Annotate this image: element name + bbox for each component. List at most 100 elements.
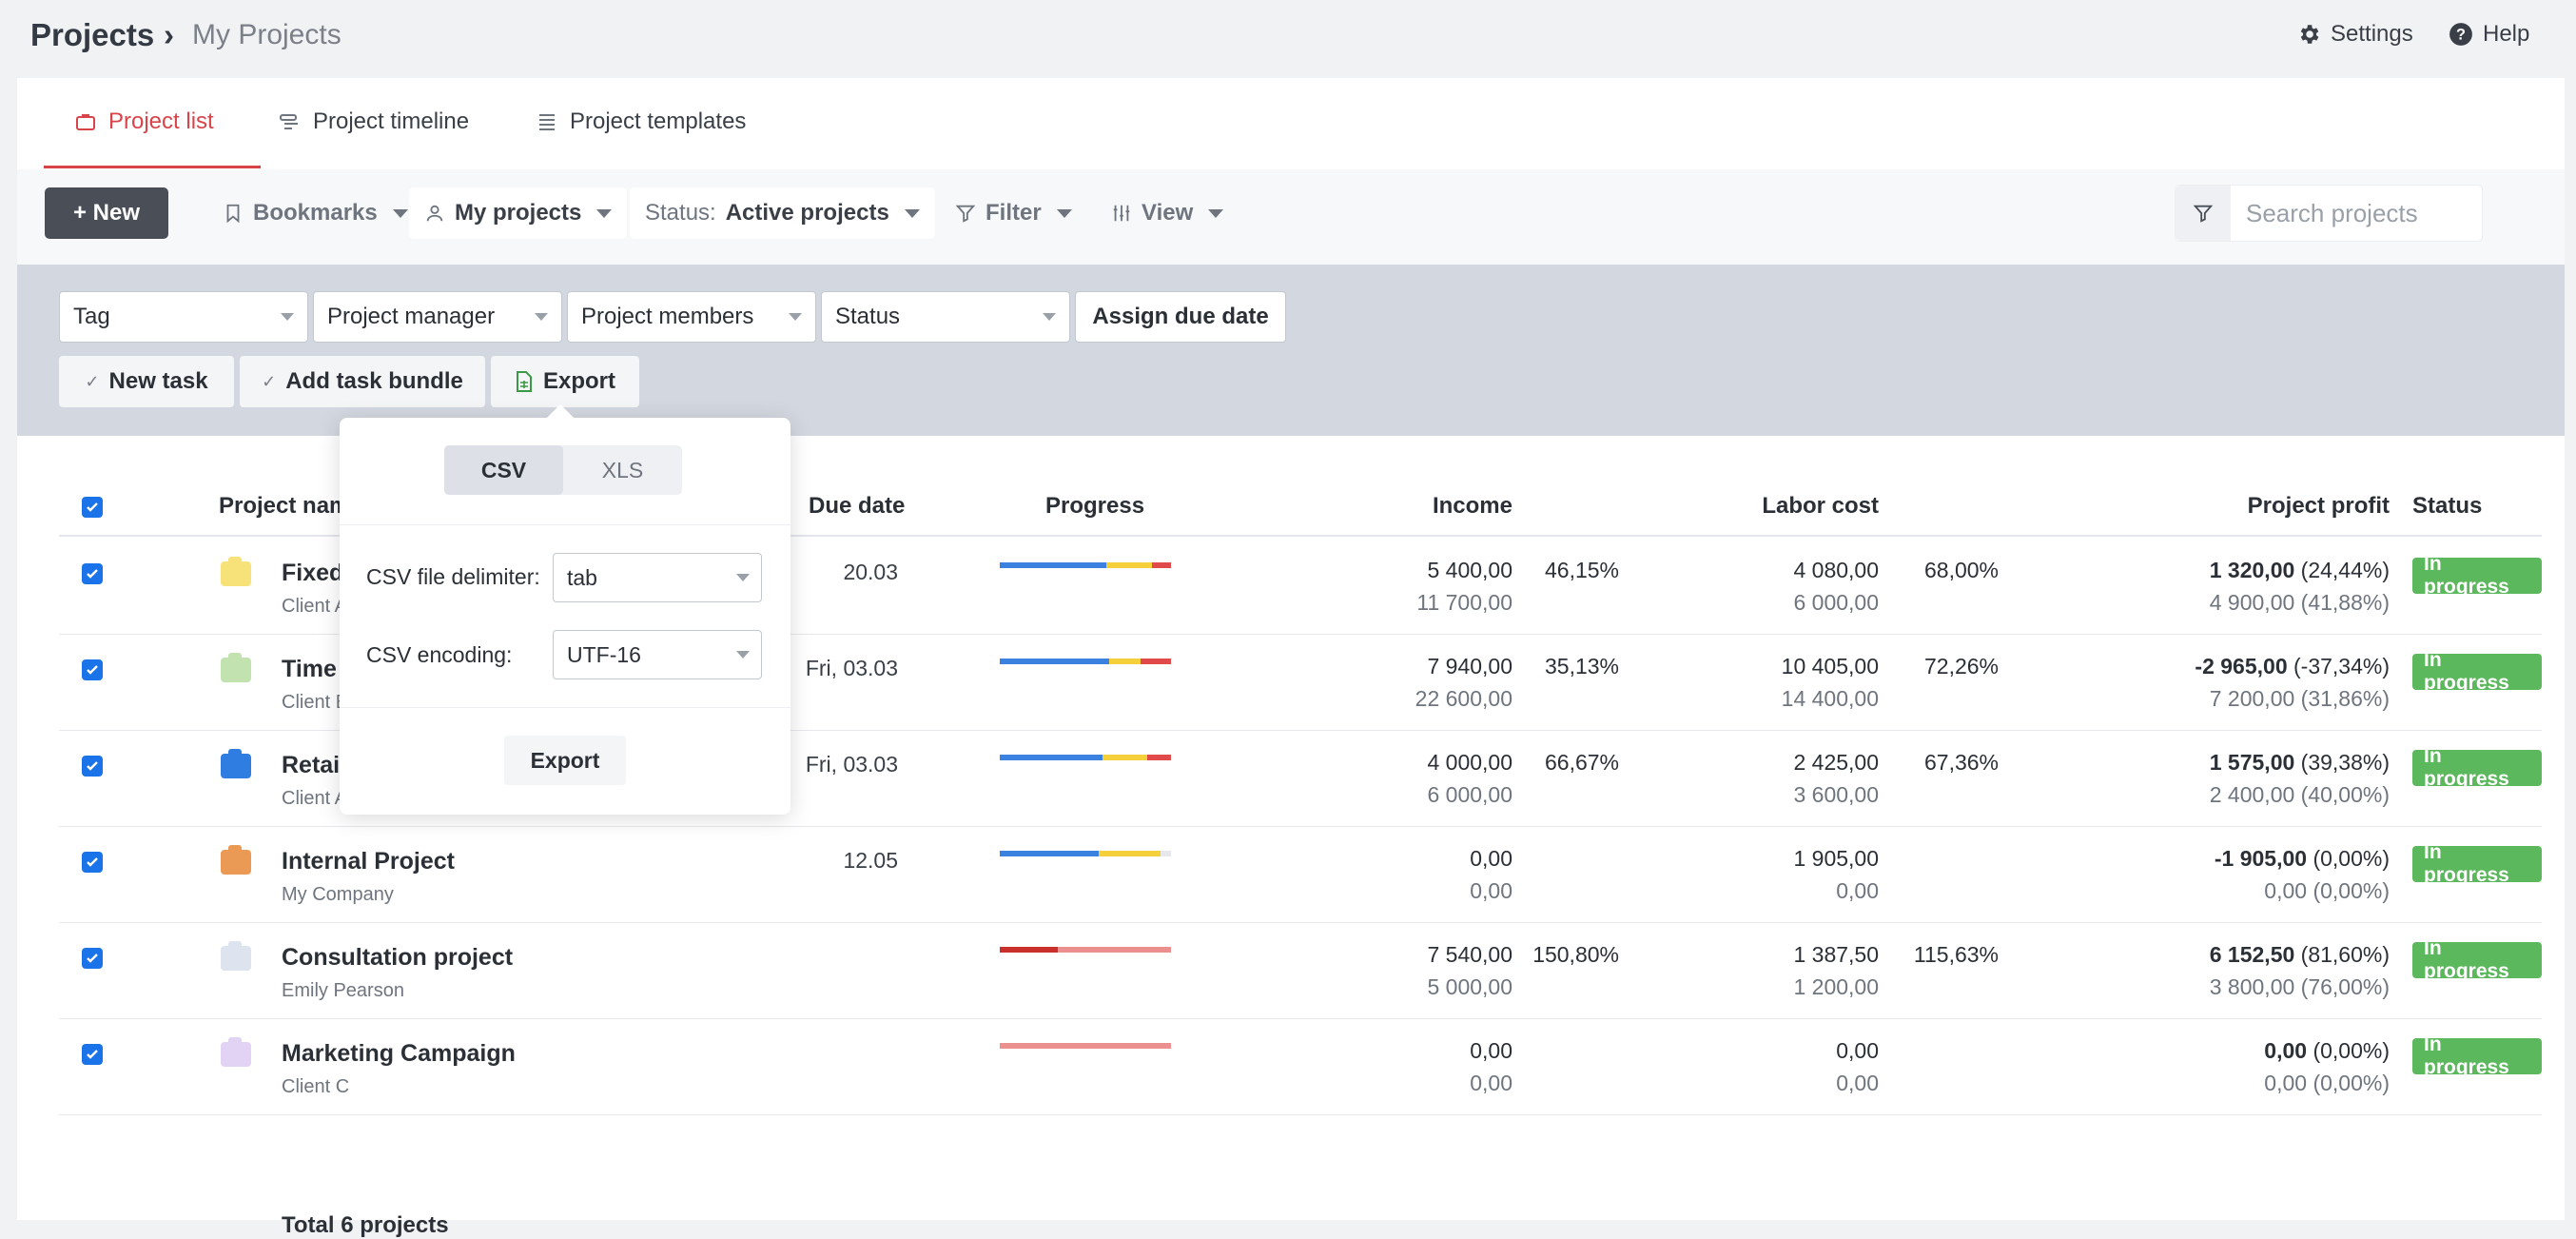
status-badge: In progress (2412, 745, 2542, 790)
client-name: Client B (282, 692, 349, 713)
new-task-button[interactable]: ✓ New task (59, 356, 234, 407)
income-percent: 66,67% (1544, 750, 1619, 775)
profit-budget: 3 800,00 (76,00%) (2209, 974, 2390, 999)
tab-label: Project list (108, 108, 214, 134)
header-income[interactable]: Income (1433, 493, 1512, 520)
profit-budget: 2 400,00 (40,00%) (2209, 782, 2390, 807)
row-checkbox[interactable] (82, 1044, 103, 1065)
row-checkbox[interactable] (82, 563, 103, 584)
help-link[interactable]: ? Help (2449, 21, 2529, 48)
breadcrumb-root[interactable]: Projects (30, 17, 154, 53)
folder-icon (221, 749, 251, 778)
my-projects-dropdown[interactable]: My projects (409, 187, 628, 239)
check-icon (87, 857, 98, 867)
profit-value: -2 965,00 (-37,34%) (2195, 654, 2390, 679)
income-budget: 6 000,00 (1427, 782, 1512, 807)
settings-link[interactable]: Settings (2296, 21, 2413, 48)
status-badge: In progress (2412, 553, 2542, 598)
assign-due-date-button[interactable]: Assign due date (1075, 291, 1286, 343)
project-name-link[interactable]: Internal Project (282, 848, 455, 875)
chevron-down-icon (789, 313, 802, 321)
settings-label: Settings (2331, 21, 2413, 47)
select-all-checkbox[interactable] (82, 497, 103, 518)
tab-bar: Project list Project timeline Project te… (17, 78, 2565, 169)
export-confirm-button[interactable]: Export (504, 736, 626, 785)
client-name: Client C (282, 1076, 350, 1097)
tag-select[interactable]: Tag (59, 291, 308, 343)
format-toggle: CSV XLS (444, 445, 682, 495)
profit-amount: 1 575,00 (2209, 750, 2295, 775)
briefcase-icon (76, 114, 95, 130)
view-dropdown[interactable]: View (1096, 187, 1239, 239)
labor-cost-budget: 14 400,00 (1781, 686, 1879, 711)
delimiter-select[interactable]: tab (553, 553, 762, 602)
row-checkbox[interactable] (82, 948, 103, 969)
header-project-profit[interactable]: Project profit (2248, 493, 2390, 520)
search-box (2175, 185, 2483, 242)
chevron-down-icon (596, 208, 613, 218)
header-labor-cost[interactable]: Labor cost (1762, 493, 1879, 520)
status-select-label: Status (835, 304, 901, 329)
bookmarks-dropdown[interactable]: Bookmarks (207, 187, 423, 239)
tab-project-timeline[interactable]: Project timeline (279, 108, 469, 135)
check-icon (87, 665, 98, 675)
chevron-down-icon (904, 208, 920, 218)
search-filter-button[interactable] (2176, 186, 2231, 241)
delimiter-label: CSV file delimiter: (366, 564, 540, 589)
profit-percent: (0,00%) (2313, 1038, 2390, 1063)
format-xls-option[interactable]: XLS (563, 445, 682, 495)
tab-project-list[interactable]: Project list (74, 108, 214, 135)
status-badge: In progress (2412, 937, 2542, 982)
client-name: Emily Pearson (282, 980, 404, 1001)
income-value: 7 540,00 (1427, 942, 1512, 967)
header-status[interactable]: Status (2412, 493, 2482, 520)
search-input[interactable] (2231, 198, 2478, 228)
delimiter-value: tab (567, 564, 597, 590)
labor-cost-value: 10 405,00 (1781, 654, 1879, 678)
table-row[interactable]: Marketing Campaign Client C 0,00 0,00 0,… (59, 1019, 2542, 1115)
export-button[interactable]: Export (491, 356, 639, 407)
income-budget: 11 700,00 (1416, 590, 1512, 615)
income-value: 5 400,00 (1427, 558, 1512, 582)
encoding-value: UTF-16 (567, 641, 641, 667)
funnel-icon (2193, 205, 2214, 223)
profit-budget: 4 900,00 (41,88%) (2209, 590, 2390, 615)
project-name-link[interactable]: Consultation project (282, 944, 513, 972)
filter-dropdown[interactable]: Filter (940, 187, 1087, 239)
tab-project-templates[interactable]: Project templates (536, 108, 746, 135)
income-value: 4 000,00 (1427, 750, 1512, 775)
chevron-down-icon (736, 574, 750, 581)
chevron-down-icon (1056, 208, 1072, 218)
status-select[interactable]: Status (821, 291, 1070, 343)
format-csv-option[interactable]: CSV (444, 445, 563, 495)
add-task-bundle-button[interactable]: ✓ Add task bundle (240, 356, 485, 407)
row-checkbox[interactable] (82, 756, 103, 777)
header-progress[interactable]: Progress (1045, 493, 1144, 520)
my-projects-label: My projects (455, 200, 582, 226)
progress-bar (1000, 659, 1171, 664)
project-members-select[interactable]: Project members (567, 291, 816, 343)
status-dropdown[interactable]: Status: Active projects (630, 187, 935, 239)
progress-bar (1000, 947, 1171, 953)
row-checkbox[interactable] (82, 659, 103, 680)
labor-cost-value: 2 425,00 (1793, 750, 1879, 775)
filter-bar: Tag Project manager Project members Stat… (17, 265, 2565, 436)
active-tab-indicator (44, 166, 261, 168)
table-row[interactable]: Consultation project Emily Pearson 7 540… (59, 923, 2542, 1019)
encoding-select[interactable]: UTF-16 (553, 630, 762, 679)
list-icon (539, 114, 555, 130)
labor-cost-budget: 1 200,00 (1793, 974, 1879, 999)
project-manager-select[interactable]: Project manager (313, 291, 562, 343)
income-value: 7 940,00 (1427, 654, 1512, 678)
labor-cost-percent: 72,26% (1923, 654, 1999, 678)
header-due-date[interactable]: Due date (809, 493, 905, 520)
new-button[interactable]: + New (45, 187, 168, 239)
table-row[interactable]: Internal Project My Company 12.05 0,00 0… (59, 827, 2542, 923)
svg-text:?: ? (2456, 26, 2466, 43)
row-checkbox[interactable] (82, 852, 103, 873)
labor-cost-value: 1 387,50 (1793, 942, 1879, 967)
project-name-link[interactable]: Marketing Campaign (282, 1040, 516, 1068)
profit-percent: (-37,34%) (2293, 654, 2390, 678)
help-icon: ? (2449, 23, 2472, 46)
profit-value: 1 320,00 (24,44%) (2210, 558, 2390, 583)
